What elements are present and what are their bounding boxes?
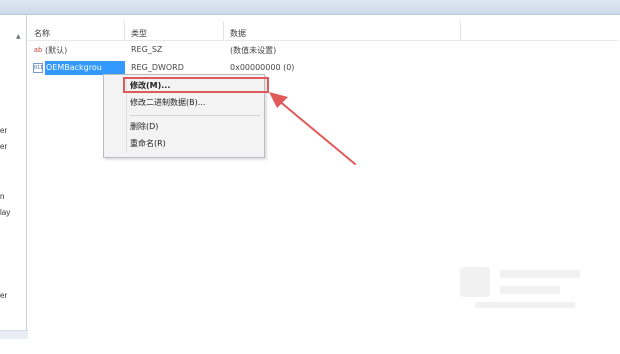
value-type: REG_SZ — [131, 45, 163, 54]
value-name: (默认) — [45, 46, 68, 55]
string-value-icon: ab — [33, 46, 43, 54]
tree-item-fragment[interactable]: er — [0, 126, 7, 135]
column-header-name[interactable]: 名称 — [34, 28, 50, 39]
menu-separator — [130, 115, 260, 116]
value-name: OEMBackgrou — [45, 61, 125, 75]
column-header-row: 名称 类型 数据 — [28, 15, 618, 41]
tree-item-fragment[interactable]: er — [0, 291, 7, 300]
horizontal-scrollbar[interactable] — [0, 330, 28, 339]
dword-value-icon: 011 — [33, 63, 44, 73]
annotation-highlight-box — [123, 77, 269, 93]
tree-item-fragment[interactable]: er — [0, 142, 7, 151]
menu-item-modify-binary[interactable]: 修改二进制数据(B)... — [106, 95, 260, 111]
scroll-up-arrow-icon[interactable]: ▲ — [16, 33, 21, 40]
column-header-data[interactable]: 数据 — [230, 28, 246, 39]
watermark-logo — [460, 267, 580, 308]
tree-item-fragment[interactable]: lay — [0, 208, 10, 217]
value-data: (数值未设置) — [230, 46, 277, 55]
registry-editor-window: ▲ er er n lay er 名称 类型 数据 ab (默认) REG_SZ… — [0, 0, 620, 354]
column-header-type[interactable]: 类型 — [131, 28, 147, 39]
menu-item-delete[interactable]: 删除(D) — [106, 119, 260, 135]
annotation-arrow-icon — [269, 92, 356, 165]
registry-value-row[interactable]: ab (默认) REG_SZ (数值未设置) — [28, 43, 588, 58]
column-divider[interactable] — [223, 21, 224, 40]
menu-item-rename[interactable]: 重命名(R) — [106, 136, 260, 152]
value-type: REG_DWORD — [131, 63, 184, 72]
value-data: 0x00000000 (0) — [230, 63, 295, 72]
title-bar — [0, 0, 620, 15]
registry-tree-pane[interactable]: ▲ er er n lay er — [0, 15, 27, 335]
column-divider[interactable] — [124, 21, 125, 40]
column-divider[interactable] — [460, 21, 461, 40]
tree-item-fragment[interactable]: n — [0, 192, 4, 201]
